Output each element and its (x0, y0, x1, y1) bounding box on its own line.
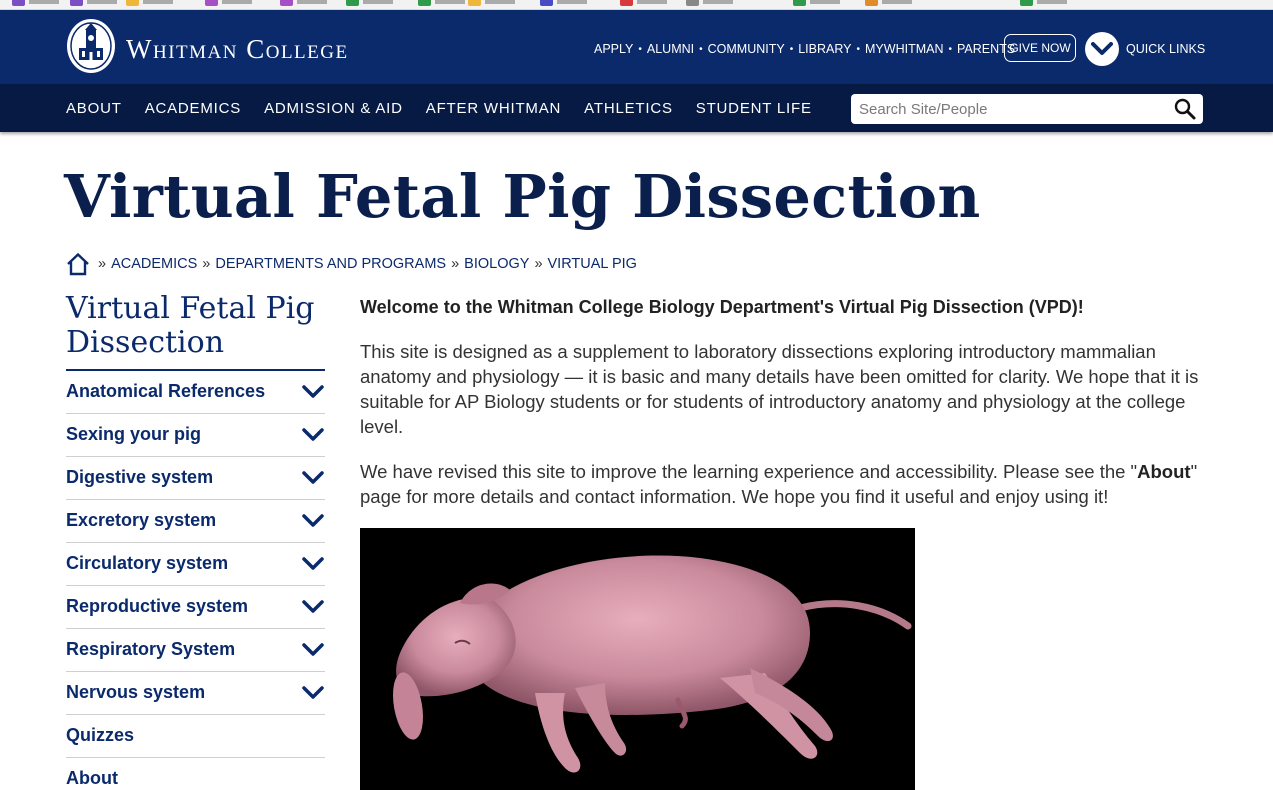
breadcrumb-biology[interactable]: BIOLOGY (464, 256, 529, 272)
chevron-down-icon[interactable] (301, 598, 325, 616)
bookmark-item[interactable] (418, 0, 465, 6)
site-header: Whitman College APPLY • ALUMNI • COMMUNITY… (0, 10, 1273, 84)
bookmark-item[interactable] (468, 0, 515, 6)
sidebar-item-circulatory[interactable]: Circulatory system (66, 543, 325, 586)
separator-dot: • (638, 43, 642, 55)
nav-menu: ABOUT ACADEMICS ADMISSION & AID AFTER WH… (66, 100, 835, 117)
sidebar-item-label[interactable]: About (66, 768, 118, 789)
separator-dot: • (856, 43, 861, 55)
revision-paragraph: We have revised this site to improve the… (360, 459, 1200, 509)
chevron-down-icon[interactable] (301, 383, 325, 401)
utility-links: APPLY • ALUMNI • COMMUNITY • LIBRARY • MYWHI… (594, 42, 1015, 56)
chevron-down-icon[interactable] (301, 512, 325, 530)
home-icon[interactable] (66, 252, 90, 276)
search-input[interactable] (859, 99, 1159, 119)
college-seal-icon[interactable] (66, 18, 116, 74)
search-box (851, 94, 1203, 124)
breadcrumb-academics[interactable]: ACADEMICS (111, 256, 197, 272)
sidebar-item-label[interactable]: Anatomical References (66, 381, 265, 402)
sidebar-title[interactable]: Virtual Fetal Pig Dissection (66, 292, 326, 360)
sidebar-item-label[interactable]: Digestive system (66, 467, 213, 488)
sidebar-item-label[interactable]: Excretory system (66, 510, 216, 531)
sidebar-item-label[interactable]: Respiratory System (66, 639, 235, 660)
sidebar-item-nervous[interactable]: Nervous system (66, 672, 325, 715)
search-icon[interactable] (1173, 97, 1197, 121)
bookmark-item[interactable] (70, 0, 117, 6)
breadcrumb: » ACADEMICS » DEPARTMENTS AND PROGRAMS »… (66, 252, 637, 276)
breadcrumb-departments[interactable]: DEPARTMENTS AND PROGRAMS (215, 256, 446, 272)
revision-text-start: We have revised this site to improve the… (360, 461, 1138, 482)
chevron-down-icon[interactable] (301, 684, 325, 702)
about-link-text: About (1137, 461, 1191, 482)
nav-item-athletics[interactable]: ATHLETICS (584, 100, 673, 117)
welcome-heading: Welcome to the Whitman College Biology D… (360, 297, 1084, 317)
sidebar-item-label[interactable]: Reproductive system (66, 596, 248, 617)
breadcrumb-separator: » (202, 256, 211, 272)
chevron-down-icon (1091, 42, 1113, 55)
sidebar-item-sexing[interactable]: Sexing your pig (66, 414, 325, 457)
quick-links-label[interactable]: QUICK LINKS (1126, 42, 1205, 56)
main-navigation: ABOUT ACADEMICS ADMISSION & AID AFTER WH… (0, 84, 1273, 132)
nav-item-academics[interactable]: ACADEMICS (145, 100, 241, 117)
sidebar-item-anatomical-references[interactable]: Anatomical References (66, 371, 325, 414)
utility-link-mywhitman[interactable]: MYWHITMAN (865, 42, 943, 56)
sidebar-item-quizzes[interactable]: Quizzes (66, 715, 325, 758)
sidebar-item-label[interactable]: Circulatory system (66, 553, 228, 574)
sidebar-item-excretory[interactable]: Excretory system (66, 500, 325, 543)
chevron-down-icon[interactable] (301, 555, 325, 573)
fetal-pig-image (360, 528, 915, 790)
bookmark-item[interactable] (865, 0, 912, 6)
nav-item-about[interactable]: ABOUT (66, 100, 122, 117)
bookmark-item[interactable] (540, 0, 587, 6)
sidebar-item-about[interactable]: About (66, 758, 325, 790)
nav-item-after-whitman[interactable]: AFTER WHITMAN (426, 100, 561, 117)
sidebar-item-label[interactable]: Nervous system (66, 682, 205, 703)
chevron-down-icon[interactable] (301, 426, 325, 444)
utility-link-library[interactable]: LIBRARY (798, 42, 851, 56)
chevron-down-icon[interactable] (301, 469, 325, 487)
bookmark-item[interactable] (793, 0, 840, 6)
bookmark-item[interactable] (620, 0, 667, 6)
utility-link-alumni[interactable]: ALUMNI (647, 42, 694, 56)
bookmark-item[interactable] (12, 0, 59, 6)
separator-dot: • (789, 43, 794, 55)
fetal-pig-illustration (393, 555, 912, 773)
quick-links-button[interactable] (1085, 32, 1119, 66)
nav-item-admission-aid[interactable]: ADMISSION & AID (264, 100, 403, 117)
bookmark-item[interactable] (280, 0, 327, 6)
separator-dot: • (948, 43, 952, 55)
chevron-down-icon[interactable] (301, 641, 325, 659)
breadcrumb-separator: » (534, 256, 543, 272)
bookmark-item[interactable] (1020, 0, 1067, 6)
sidebar-item-respiratory[interactable]: Respiratory System (66, 629, 325, 672)
sidebar-item-reproductive[interactable]: Reproductive system (66, 586, 325, 629)
bookmark-item[interactable] (686, 0, 733, 6)
page-title: Virtual Fetal Pig Dissection (64, 162, 981, 231)
brand-name[interactable]: Whitman College (126, 34, 349, 65)
breadcrumb-virtual-pig[interactable]: VIRTUAL PIG (548, 256, 637, 272)
bookmarks-bar (0, 0, 1273, 10)
intro-paragraph: This site is designed as a supplement to… (360, 341, 1199, 437)
nav-item-student-life[interactable]: STUDENT LIFE (696, 100, 812, 117)
utility-link-community[interactable]: COMMUNITY (708, 42, 785, 56)
main-content: Welcome to the Whitman College Biology D… (360, 295, 1200, 509)
breadcrumb-separator: » (451, 256, 460, 272)
utility-link-apply[interactable]: APPLY (594, 42, 633, 56)
sidebar-item-label[interactable]: Sexing your pig (66, 424, 201, 445)
bookmark-item[interactable] (126, 0, 173, 6)
sidebar-menu: Anatomical References Sexing your pig Di… (66, 371, 325, 790)
bookmark-item[interactable] (205, 0, 252, 6)
breadcrumb-separator: » (98, 256, 107, 272)
sidebar-item-label[interactable]: Quizzes (66, 725, 134, 746)
separator-dot: • (699, 43, 703, 55)
bookmark-item[interactable] (346, 0, 393, 6)
give-now-button[interactable]: GIVE NOW (1004, 34, 1076, 62)
sidebar-item-digestive[interactable]: Digestive system (66, 457, 325, 500)
